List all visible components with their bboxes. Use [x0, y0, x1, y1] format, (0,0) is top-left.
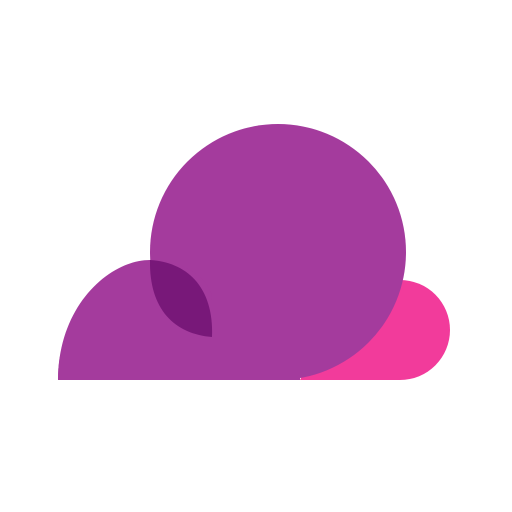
app-icon-canvas — [0, 0, 512, 512]
cloud-logo-icon — [57, 124, 450, 380]
